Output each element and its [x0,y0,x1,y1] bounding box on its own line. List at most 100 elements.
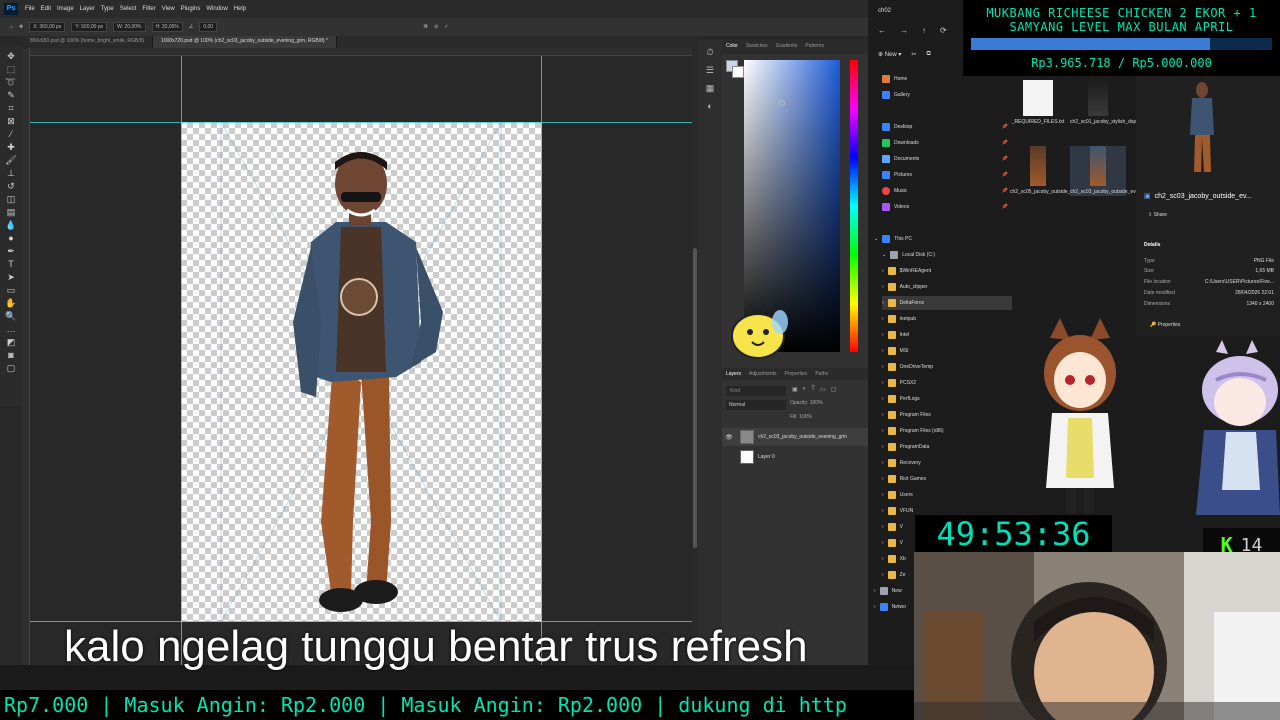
blur-icon[interactable]: 💧 [5,219,17,231]
sidebar-item-folder[interactable]: › Recovery [882,456,1012,470]
gradient-icon[interactable]: ▤ [5,206,17,218]
sidebar-item-gallery[interactable]: Gallery [882,88,1012,102]
sidebar-item-folder[interactable]: › Auto_clipper [882,280,1012,294]
menu-type[interactable]: Type [98,6,117,12]
lasso-icon[interactable]: ➰ [5,76,17,88]
sidebar-item-videos[interactable]: Videos 📌 [882,200,1012,214]
tab-paths[interactable]: Paths [815,371,828,377]
adjust-panel-icon[interactable]: ◐ [704,100,716,112]
color-picker-cursor[interactable] [779,100,785,106]
share-button[interactable]: ⇪ Share [1148,212,1167,218]
sidebar-item-folder[interactable]: › PerfLogs [882,392,1012,406]
crop-icon[interactable]: ⌗ [5,102,17,114]
new-button[interactable]: ⊕ New ▾ [878,51,901,63]
menu-view[interactable]: View [159,6,178,12]
type-filter-icon[interactable]: T [811,386,815,396]
layer-row-2[interactable]: Layer 0 [722,448,868,466]
menu-select[interactable]: Select [117,6,140,12]
blend-mode-select[interactable]: Normal [726,400,786,410]
tab-patterns[interactable]: Patterns [805,43,824,51]
sidebar-item-folder[interactable]: › Riot Games [882,472,1012,486]
more-tools-icon[interactable]: … [5,323,17,335]
tab-adjustments[interactable]: Adjustments [749,371,777,377]
screen-mode-icon[interactable]: ▢ [5,362,17,374]
hand-icon[interactable]: ✋ [5,297,17,309]
zoom-icon[interactable]: 🔍 [5,310,17,322]
history-panel-icon[interactable]: ⏱ [704,46,716,58]
sidebar-item-folder[interactable]: › $WinREAgent [882,264,1012,278]
cancel-transform-icon[interactable]: ⊘ [434,24,438,30]
pen-icon[interactable]: ✒ [5,245,17,257]
marquee-icon[interactable]: ⬚ [5,63,17,75]
sidebar-item-folder[interactable]: › ProgramData [882,440,1012,454]
adjust-filter-icon[interactable]: ◐ [803,386,807,396]
sidebar-item-folder[interactable]: › MSI [882,344,1012,358]
color-swatches-icon[interactable]: ◩ [5,336,17,348]
dodge-icon[interactable]: ● [5,232,17,244]
height-field[interactable]: H: 20,00% [151,22,183,32]
stamp-icon[interactable]: ⊥ [5,167,17,179]
commit-transform-icon[interactable]: ✓ [444,24,448,30]
document-canvas[interactable] [181,122,542,622]
frame-icon[interactable]: ⊠ [5,115,17,127]
menu-filter[interactable]: Filter [139,6,158,12]
sidebar-item-folder[interactable]: › Intel [882,328,1012,342]
layer-row-1[interactable]: 👁 ch2_sc03_jacoby_outside_evening_grin [722,428,868,446]
brush-icon[interactable]: 🖌 [5,154,17,166]
history-brush-icon[interactable]: ↺ [5,180,17,192]
libraries-panel-icon[interactable]: ▦ [704,82,716,94]
sidebar-item-folder[interactable]: › Program Files [882,408,1012,422]
move-tool-icon[interactable]: ✥ [19,24,23,30]
sidebar-item-documents[interactable]: Documents 📌 [882,152,1012,166]
y-field[interactable]: Y: 500,00 px [71,22,108,32]
doc-tab-1[interactable]: 850x650.psd @ 100% (home_bright_smile, R… [22,36,154,48]
home-icon[interactable]: ⌂ [10,24,13,30]
menu-edit[interactable]: Edit [38,6,54,12]
scrollbar-thumb[interactable] [693,248,697,548]
menu-image[interactable]: Image [54,6,77,12]
sidebar-item-music[interactable]: Music 📌 [882,184,1012,198]
properties-button[interactable]: 🔑 Properties [1150,322,1180,328]
menu-help[interactable]: Help [231,6,249,12]
quick-mask-icon[interactable]: ◙ [5,349,17,361]
pixel-filter-icon[interactable]: ▣ [792,386,798,396]
healing-icon[interactable]: ✚ [5,141,17,153]
tab-swatches[interactable]: Swatches [746,43,768,51]
cut-icon[interactable]: ✂ [911,51,916,63]
sidebar-item-folder[interactable]: › OneDriveTemp [882,360,1012,374]
menu-file[interactable]: File [22,6,38,12]
sidebar-item-folder[interactable]: › Users [882,488,1012,502]
menu-plugins[interactable]: Plugins [178,6,204,12]
warp-icon[interactable]: ⌘ [423,24,428,30]
tab-gradients[interactable]: Gradients [776,43,798,51]
sidebar-item-local-disk[interactable]: ⌄ Local Disk (C:) [882,248,1012,262]
doc-tab-2[interactable]: 1000x720.psd @ 100% (ch2_sc03_jacoby_out… [153,36,337,48]
refresh-icon[interactable]: ⟳ [940,26,947,40]
sidebar-item-folder[interactable]: › DeltaForce [882,296,1012,310]
width-field[interactable]: W: 20,00% [113,22,146,32]
properties-panel-icon[interactable]: ☰ [704,64,716,76]
eyedropper-icon[interactable]: ⁄ [5,128,17,140]
tab-layers[interactable]: Layers [726,371,741,377]
sidebar-item-folder[interactable]: › PCSX2 [882,376,1012,390]
file-item-selected[interactable]: ch2_sc03_jacoby_outside_evening_grin.png [1070,146,1169,196]
angle-field[interactable]: 0,00 [199,22,218,32]
smart-filter-icon[interactable]: ▢ [831,386,837,396]
type-icon[interactable]: T [5,258,17,270]
tab-color[interactable]: Color [726,43,738,51]
file-item[interactable]: ch2_sc05_jacoby_outside_evening_grin.png [1010,146,1109,196]
shape-filter-icon[interactable]: ▭ [820,386,826,396]
path-select-icon[interactable]: ➤ [5,271,17,283]
sidebar-item-downloads[interactable]: Downloads 📌 [882,136,1012,150]
background-color-swatch[interactable] [732,66,744,78]
file-item[interactable]: ch2_sc01_jacoby_stylish_day_grin.png [1070,80,1157,126]
sidebar-item-this-pc[interactable]: ⌄ This PC [874,232,1004,246]
quick-select-icon[interactable]: ✎ [5,89,17,101]
visibility-eye-icon[interactable]: 👁 [722,434,736,441]
hue-slider[interactable] [850,60,858,352]
menu-layer[interactable]: Layer [77,6,98,12]
guide-horizontal-top[interactable] [30,122,692,123]
layer-filter-kind[interactable]: Kind [726,386,786,396]
forward-icon[interactable]: → [900,26,908,40]
rectangle-icon[interactable]: ▭ [5,284,17,296]
